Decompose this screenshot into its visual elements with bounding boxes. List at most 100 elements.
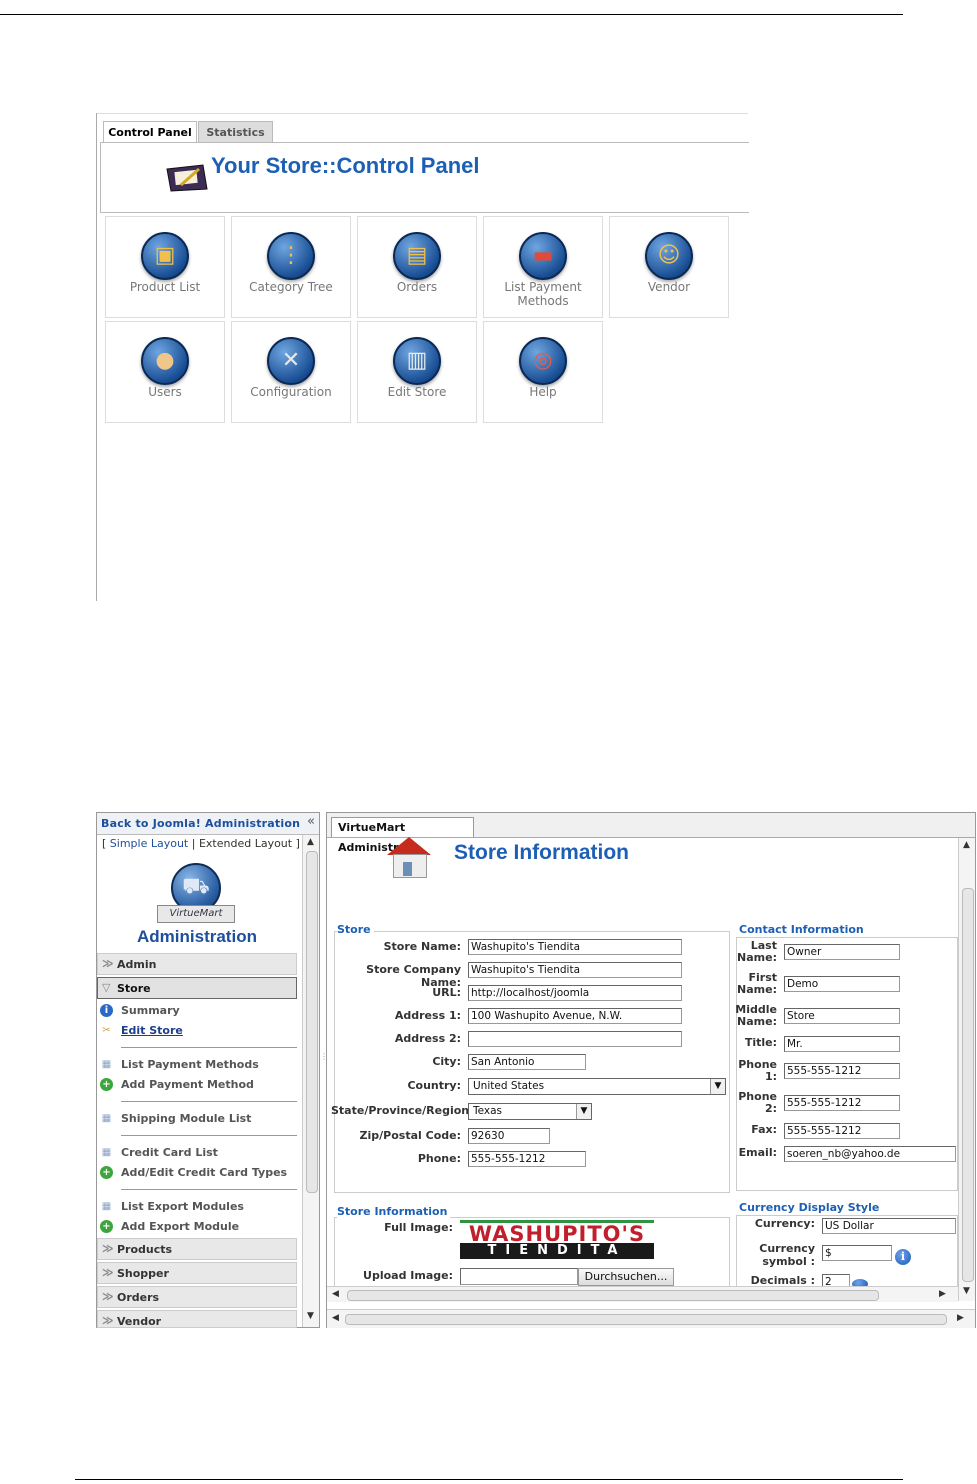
tile-orders[interactable]: ▤ Orders — [357, 216, 477, 318]
upload-image-input[interactable] — [460, 1268, 578, 1285]
back-to-joomla-link[interactable]: Back to Joomla! Administration — [101, 817, 300, 830]
item-label: List Export Modules — [121, 1200, 244, 1213]
extended-layout-link[interactable]: Extended Layout — [199, 837, 292, 850]
tile-product-list[interactable]: ▣ Product List — [105, 216, 225, 318]
control-panel-screenshot: Control Panel Statistics Your Store::Con… — [96, 113, 749, 601]
section-label: Admin — [117, 958, 157, 971]
collapse-sidebar-icon[interactable]: « — [307, 814, 315, 829]
email-input[interactable]: soeren_nb@yahoo.de — [784, 1146, 956, 1162]
tab-virtuemart-administration[interactable]: VirtueMart Administrat — [331, 817, 474, 854]
scroll-right-icon[interactable]: ▶ — [957, 1313, 964, 1323]
section-label: Store — [117, 982, 151, 995]
sidebar-item-list-payment-methods[interactable]: ▦ List Payment Methods — [100, 1057, 295, 1073]
scroll-thumb[interactable] — [962, 888, 974, 1282]
frame-horizontal-scrollbar[interactable]: ◀ ▶ — [327, 1309, 975, 1328]
info-tooltip-icon[interactable]: i — [895, 1249, 911, 1265]
splitter-handle[interactable]: ⋮ — [320, 1052, 328, 1082]
product-list-icon: ▣ — [141, 232, 189, 280]
content-vertical-scrollbar[interactable]: ▲ ▼ — [958, 838, 975, 1301]
scroll-left-icon[interactable]: ◀ — [332, 1289, 339, 1299]
tab-control-panel[interactable]: Control Panel — [103, 121, 197, 143]
list-icon: ▦ — [101, 1113, 112, 1124]
tile-label: Edit Store — [387, 385, 447, 399]
sidebar-scrollbar[interactable]: ▲ ▼ — [302, 835, 319, 1327]
simple-layout-link[interactable]: Simple Layout — [110, 837, 188, 850]
content-horizontal-scrollbar[interactable]: ◀ ▶ — [327, 1286, 958, 1302]
currency-input[interactable]: US Dollar — [822, 1218, 956, 1234]
sidebar-section-admin[interactable]: ≫ Admin — [97, 953, 297, 975]
dropdown-arrow-icon[interactable]: ▼ — [576, 1104, 591, 1119]
scroll-right-icon[interactable]: ▶ — [939, 1289, 946, 1299]
middle-name-input[interactable]: Store — [784, 1008, 900, 1024]
sidebar-item-list-export-modules[interactable]: ▦ List Export Modules — [100, 1199, 295, 1215]
sidebar-item-add-payment-method[interactable]: + Add Payment Method — [100, 1077, 295, 1093]
zip-input[interactable]: 92630 — [468, 1128, 550, 1144]
dropdown-arrow-icon[interactable]: ▼ — [710, 1079, 725, 1094]
home-icon — [385, 837, 433, 879]
help-icon: ◎ — [519, 337, 567, 385]
sidebar-section-store[interactable]: ▽ Store — [97, 977, 297, 999]
email-label: Email: — [738, 1146, 777, 1159]
tile-vendor[interactable]: ☺ Vendor — [609, 216, 729, 318]
section-label: Orders — [117, 1291, 160, 1304]
sidebar-item-summary[interactable]: i Summary — [100, 1003, 295, 1019]
sidebar-item-edit-store[interactable]: ✂ Edit Store — [100, 1023, 295, 1039]
scroll-up-icon[interactable]: ▲ — [963, 840, 970, 850]
item-label: Add Export Module — [121, 1220, 240, 1233]
city-input[interactable]: San Antonio — [468, 1054, 586, 1070]
phone1-input[interactable]: 555-555-1212 — [784, 1063, 900, 1079]
state-select[interactable]: Texas ▼ — [468, 1103, 592, 1120]
title-input[interactable]: Mr. — [784, 1036, 900, 1052]
store-name-input[interactable]: Washupito's Tiendita — [468, 939, 682, 955]
browse-button[interactable]: Durchsuchen... — [578, 1268, 674, 1286]
url-input[interactable]: http://localhost/joomla — [468, 985, 682, 1001]
company-name-input[interactable]: Washupito's Tiendita — [468, 962, 682, 978]
sidebar-section-shopper[interactable]: ≫ Shopper — [97, 1262, 297, 1284]
tile-label: Product List — [129, 280, 201, 294]
tile-edit-store[interactable]: ▥ Edit Store — [357, 321, 477, 423]
sidebar-item-shipping-module-list[interactable]: ▦ Shipping Module List — [100, 1111, 295, 1127]
sidebar-section-orders[interactable]: ≫ Orders — [97, 1286, 297, 1308]
first-name-input[interactable]: Demo — [784, 976, 900, 992]
phone2-input[interactable]: 555-555-1212 — [784, 1095, 900, 1111]
store-legend: Store — [337, 923, 374, 936]
tile-label: Configuration — [250, 385, 332, 399]
admin-sidebar: Back to Joomla! Administration « [ Simpl… — [96, 812, 320, 1328]
scroll-left-icon[interactable]: ◀ — [332, 1313, 339, 1323]
sidebar-section-vendor[interactable]: ≫ Vendor — [97, 1310, 297, 1328]
country-select[interactable]: United States ▼ — [468, 1078, 726, 1095]
item-label: Add Payment Method — [121, 1078, 254, 1091]
sidebar-item-add-edit-credit-card-types[interactable]: + Add/Edit Credit Card Types — [100, 1165, 295, 1181]
sidebar-section-products[interactable]: ≫ Products — [97, 1238, 297, 1260]
separator: | — [188, 837, 199, 850]
store-logo-image: WASHUPITO'S TIENDITA — [460, 1220, 654, 1260]
address1-input[interactable]: 100 Washupito Avenue, N.W. — [468, 1008, 682, 1024]
zip-label: Zip/Postal Code: — [359, 1129, 461, 1142]
scroll-down-icon[interactable]: ▼ — [963, 1286, 970, 1296]
control-panel-header: Your Store::Control Panel — [100, 142, 749, 213]
vendor-icon: ☺ — [645, 232, 693, 280]
phone-input[interactable]: 555-555-1212 — [468, 1151, 586, 1167]
tab-statistics[interactable]: Statistics — [198, 121, 273, 143]
sidebar-item-credit-card-list[interactable]: ▦ Credit Card List — [100, 1145, 295, 1161]
scroll-thumb[interactable] — [347, 1290, 879, 1301]
address2-input[interactable] — [468, 1031, 682, 1047]
tile-users[interactable]: ● Users — [105, 321, 225, 423]
scroll-down-icon[interactable]: ▼ — [307, 1311, 314, 1321]
tile-label: Category Tree — [249, 280, 333, 294]
currency-label: Currency: — [754, 1217, 815, 1230]
scroll-up-icon[interactable]: ▲ — [307, 837, 314, 847]
phone-label: Phone: — [417, 1152, 461, 1165]
section-label: Shopper — [117, 1267, 169, 1280]
tile-category-tree[interactable]: ⋮ Category Tree — [231, 216, 351, 318]
scroll-thumb[interactable] — [345, 1314, 947, 1325]
fax-input[interactable]: 555-555-1212 — [784, 1123, 900, 1139]
tile-configuration[interactable]: ✕ Configuration — [231, 321, 351, 423]
list-icon: ▦ — [101, 1147, 112, 1158]
sidebar-item-add-export-module[interactable]: + Add Export Module — [100, 1219, 295, 1235]
last-name-input[interactable]: Owner — [784, 944, 900, 960]
tile-help[interactable]: ◎ Help — [483, 321, 603, 423]
tile-list-payment-methods[interactable]: ▬ List Payment Methods — [483, 216, 603, 318]
scroll-thumb[interactable] — [306, 851, 318, 1193]
currency-symbol-input[interactable]: $ — [822, 1245, 892, 1261]
